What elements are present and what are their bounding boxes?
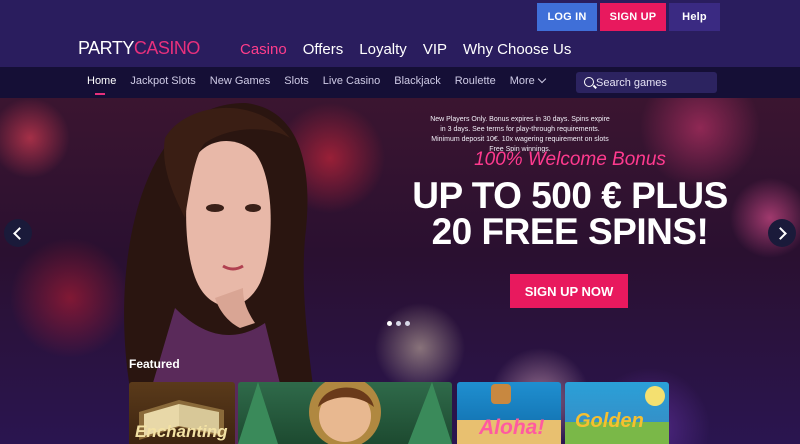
subnav-roulette[interactable]: Roulette: [455, 75, 496, 87]
bonus-title: 100% Welcome Bonus: [474, 149, 666, 170]
subnav-more-label: More: [509, 75, 535, 87]
chevron-right-icon: [774, 227, 787, 240]
carousel-next-button[interactable]: [768, 219, 796, 247]
game-label: Enchanting: [135, 422, 228, 441]
chevron-left-icon: [13, 227, 26, 240]
hero-banner: New Players Only. Bonus expires in 30 da…: [0, 98, 800, 444]
nav-why-choose-us[interactable]: Why Choose Us: [463, 41, 571, 58]
chevron-down-icon: [537, 74, 547, 84]
logo-part1: PARTY: [78, 38, 134, 58]
hero-headline: UP TO 500 € PLUS 20 FREE SPINS!: [400, 175, 740, 252]
subnav-live-casino[interactable]: Live Casino: [323, 75, 380, 87]
subnav-more[interactable]: More: [509, 74, 547, 87]
game-label: Golden: [575, 410, 644, 432]
main-nav: Casino Offers Loyalty VIP Why Choose Us: [240, 41, 587, 58]
help-button[interactable]: Help: [669, 3, 720, 31]
subnav-blackjack[interactable]: Blackjack: [394, 75, 440, 87]
nav-casino[interactable]: Casino: [240, 41, 287, 58]
cartoon-hero-image: [238, 382, 452, 444]
carousel-dots: [387, 321, 410, 326]
carousel-dot[interactable]: [396, 321, 401, 326]
search-input[interactable]: [596, 72, 711, 93]
top-header: LOG IN SIGN UP Help PARTYCASINO Casino O…: [0, 0, 800, 67]
nav-vip[interactable]: VIP: [423, 41, 447, 58]
search-box[interactable]: [576, 72, 717, 93]
subnav-jackpot-slots[interactable]: Jackpot Slots: [130, 75, 195, 87]
login-button[interactable]: LOG IN: [537, 3, 597, 31]
game-tile-aloha[interactable]: Aloha!: [457, 382, 561, 444]
subnav-slots[interactable]: Slots: [284, 75, 308, 87]
subnav-new-games[interactable]: New Games: [210, 75, 271, 87]
search-icon: [584, 77, 594, 87]
game-tile-featured-hero[interactable]: [238, 382, 452, 444]
featured-title: Featured: [129, 357, 180, 371]
carousel-dot[interactable]: [387, 321, 392, 326]
game-label: Aloha!: [479, 416, 545, 439]
game-tile-golden[interactable]: Golden: [565, 382, 669, 444]
headline-line2: 20 FREE SPINS!: [431, 211, 709, 252]
carousel-dot[interactable]: [405, 321, 410, 326]
nav-offers[interactable]: Offers: [303, 41, 344, 58]
party-casino-logo[interactable]: PARTYCASINO: [78, 38, 200, 59]
signup-now-button[interactable]: SIGN UP NOW: [510, 274, 628, 308]
game-tile-enchanting[interactable]: Enchanting: [129, 382, 235, 444]
logo-part2: CASINO: [133, 38, 201, 58]
nav-loyalty[interactable]: Loyalty: [359, 41, 407, 58]
subnav-home[interactable]: Home: [87, 75, 116, 95]
headline-line1: UP TO 500 € PLUS: [412, 175, 728, 216]
signup-button[interactable]: SIGN UP: [600, 3, 666, 31]
carousel-prev-button[interactable]: [4, 219, 32, 247]
